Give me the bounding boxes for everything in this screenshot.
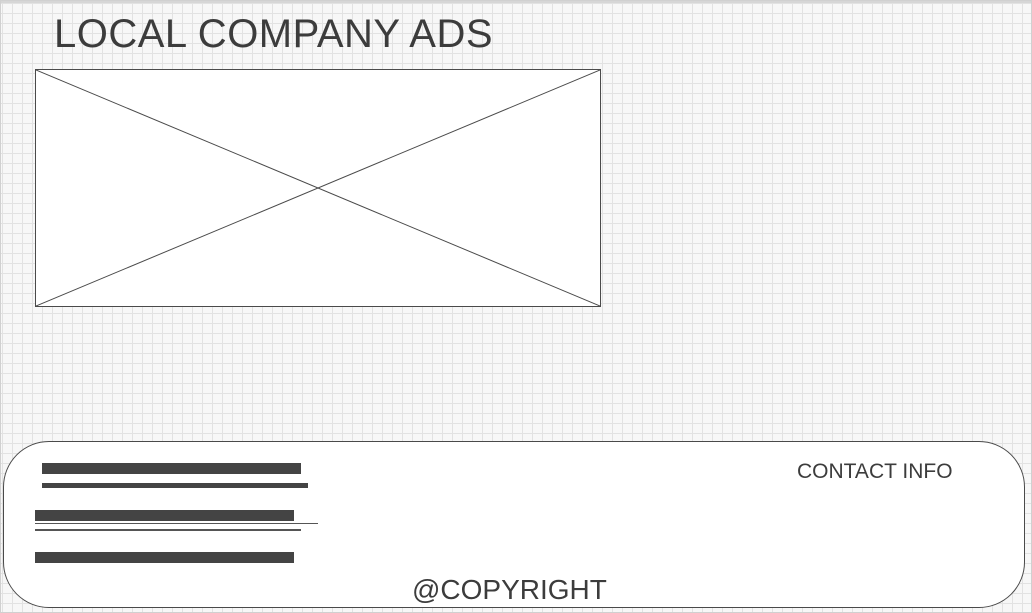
placeholder-x-icon bbox=[36, 70, 600, 306]
footer-text-underline-1 bbox=[42, 483, 308, 488]
page-title: LOCAL COMPANY ADS bbox=[54, 12, 494, 56]
footer-text-underline-2b bbox=[35, 529, 301, 531]
copyright-label: @COPYRIGHT bbox=[412, 574, 607, 605]
footer-text-placeholder-2 bbox=[35, 510, 294, 521]
footer-text-placeholder-1 bbox=[42, 463, 301, 474]
ad-image-placeholder bbox=[35, 69, 601, 307]
contact-info-label: CONTACT INFO bbox=[797, 460, 953, 483]
footer-text-underline-2a bbox=[35, 523, 318, 524]
footer-text-placeholder-3 bbox=[35, 552, 294, 563]
top-strip bbox=[0, 0, 1032, 3]
